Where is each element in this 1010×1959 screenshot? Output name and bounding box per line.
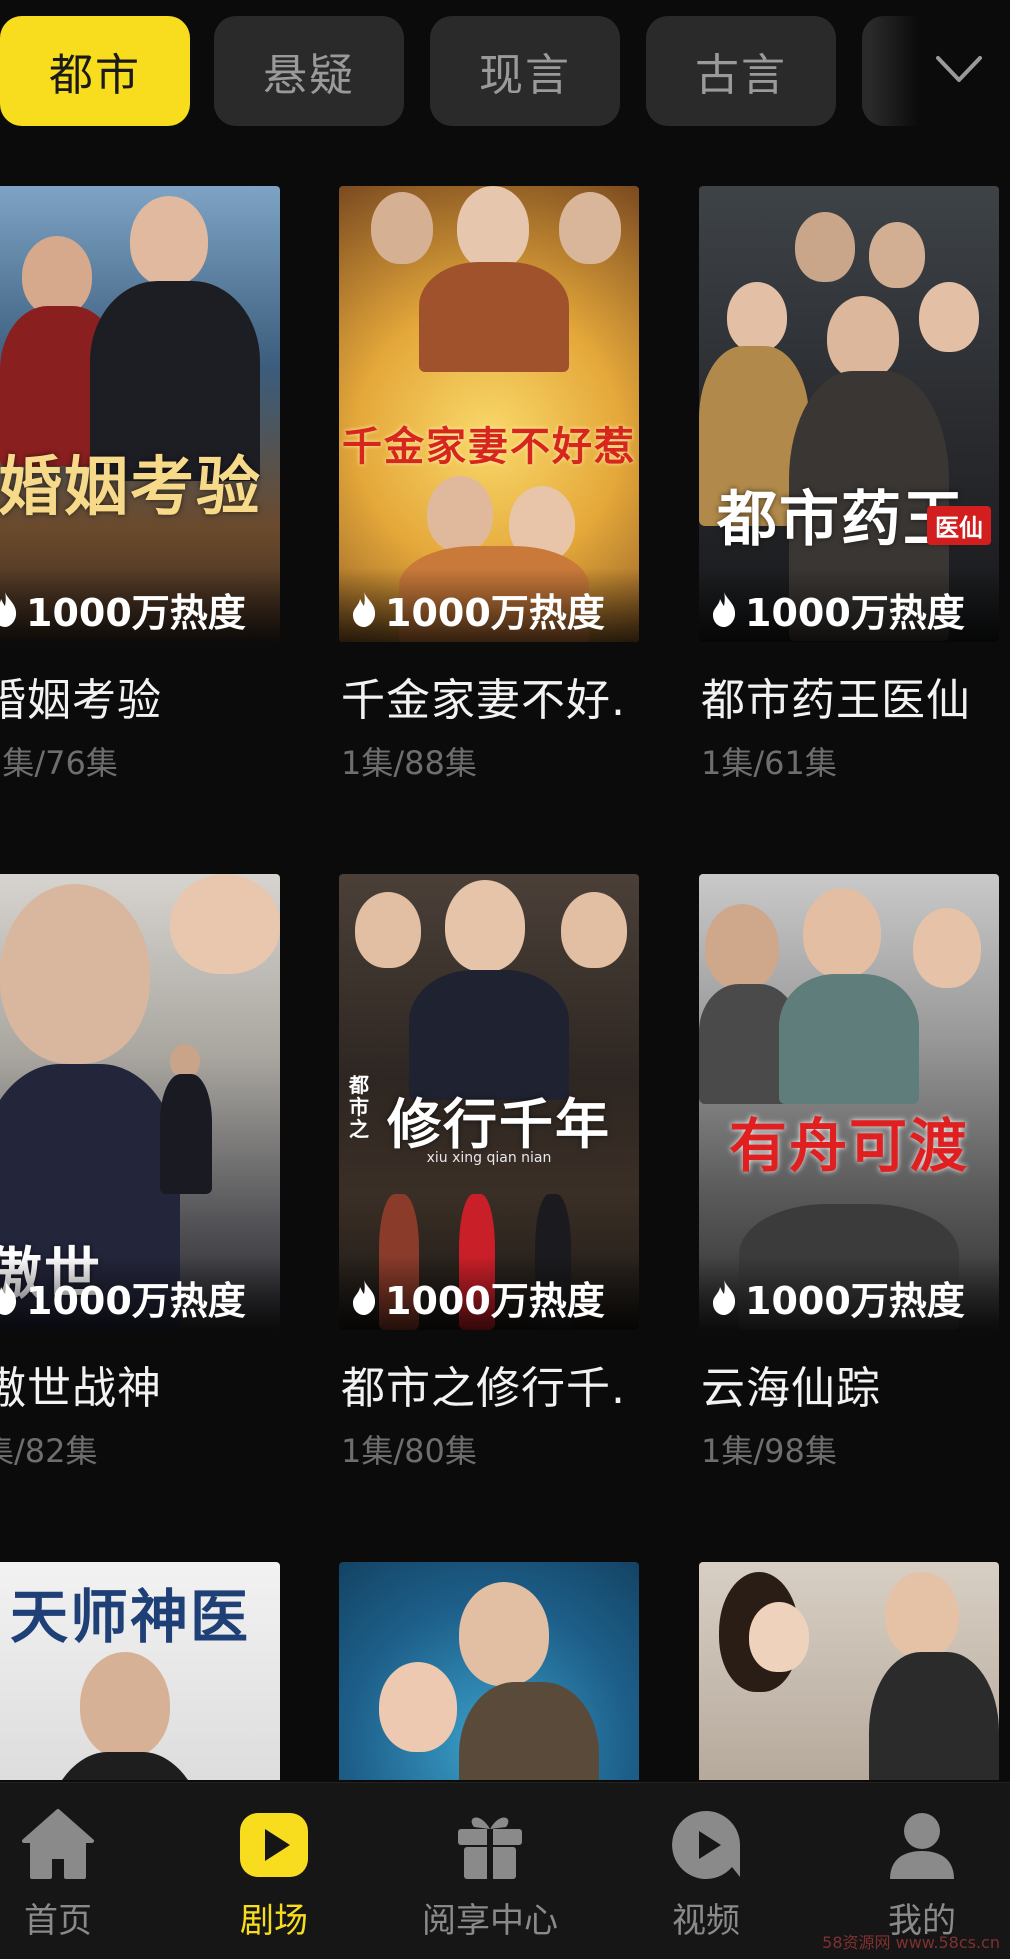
gift-icon bbox=[458, 1817, 522, 1879]
drama-title[interactable]: 都市之修行千. bbox=[341, 1352, 641, 1416]
drama-card[interactable] bbox=[699, 1562, 999, 1780]
drama-grid: 婚姻考验 1000万热度 婚姻考验 1集/76集 bbox=[0, 140, 1010, 1780]
flame-icon bbox=[353, 592, 376, 627]
drama-cover[interactable]: 有舟可渡 1000万热度 bbox=[699, 874, 999, 1330]
drama-title[interactable]: 婚姻考验 bbox=[0, 664, 282, 728]
drama-card[interactable]: 有舟可渡 1000万热度 云海仙踪 1集/98集 bbox=[699, 874, 999, 1494]
profile-icon bbox=[890, 1813, 954, 1879]
tab-guyan[interactable]: 古言 bbox=[646, 16, 836, 126]
nav-theater[interactable]: 剧场 bbox=[184, 1805, 364, 1945]
drama-title[interactable]: 傲世战神 bbox=[0, 1352, 282, 1416]
cover-title: 千金家妻不好惹 bbox=[342, 423, 636, 470]
drama-card[interactable] bbox=[339, 1562, 639, 1780]
drama-card[interactable]: 都市药王 医仙 1000万热度 都市药王医仙 1集/61集 bbox=[699, 186, 999, 806]
watermark: 58资源网 www.58cs.cn bbox=[822, 1933, 1000, 1952]
drama-cover[interactable] bbox=[699, 1562, 999, 1780]
drama-title[interactable]: 云海仙踪 bbox=[701, 1352, 1001, 1416]
episode-count: 1集/98集 bbox=[701, 1432, 837, 1470]
play-icon bbox=[240, 1813, 308, 1877]
episode-count: 1集/76集 bbox=[0, 744, 118, 782]
cover-subtitle: xiu xing qian nian bbox=[426, 1150, 552, 1166]
chevron-down-icon[interactable] bbox=[932, 46, 986, 90]
tab-dushi[interactable]: 都市 bbox=[0, 16, 190, 126]
drama-title[interactable]: 千金家妻不好. bbox=[341, 664, 641, 728]
flame-icon bbox=[713, 1280, 736, 1315]
nav-video[interactable]: 视频 bbox=[616, 1805, 796, 1945]
drama-cover[interactable]: 都市之 修行千年 xiu xing qian nian 1000万热度 bbox=[339, 874, 639, 1330]
drama-cover[interactable]: 婚姻考验 1000万热度 bbox=[0, 186, 280, 642]
drama-card[interactable]: 傲世 1000万热度 傲世战神 集/82集 bbox=[0, 874, 280, 1494]
heat-badge: 1000万热度 bbox=[339, 1256, 639, 1330]
drama-card[interactable]: 婚姻考验 1000万热度 婚姻考验 1集/76集 bbox=[0, 186, 280, 806]
cover-title: 天师神医 bbox=[9, 1583, 250, 1651]
episode-count: 1集/88集 bbox=[341, 744, 477, 782]
drama-cover[interactable]: 千金家妻不好惹 1000万热度 bbox=[339, 186, 639, 642]
cover-title: 修行千年 bbox=[387, 1092, 611, 1156]
heat-badge: 1000万热度 bbox=[699, 1256, 999, 1330]
episode-count: 1集/61集 bbox=[701, 744, 837, 782]
video-icon bbox=[672, 1811, 740, 1879]
category-tab-bar: 都市 悬疑 现言 古言 bbox=[0, 0, 1010, 140]
cover-badge: 医仙 bbox=[927, 506, 991, 545]
flame-icon bbox=[713, 592, 736, 627]
home-icon bbox=[22, 1809, 94, 1879]
nav-profile[interactable]: 我的 bbox=[832, 1805, 1010, 1945]
episode-count: 集/82集 bbox=[0, 1432, 98, 1470]
drama-cover[interactable]: 傲世 1000万热度 bbox=[0, 874, 280, 1330]
flame-icon bbox=[0, 1280, 17, 1315]
flame-icon bbox=[353, 1280, 376, 1315]
nav-reading-center[interactable]: 阅享中心 bbox=[400, 1805, 580, 1945]
drama-cover[interactable]: 天师神医 bbox=[0, 1562, 280, 1780]
nav-home[interactable]: 首页 bbox=[0, 1805, 148, 1945]
flame-icon bbox=[0, 592, 17, 627]
heat-badge: 1000万热度 bbox=[699, 568, 999, 642]
drama-title[interactable]: 都市药王医仙 bbox=[701, 664, 1001, 728]
heat-badge: 1000万热度 bbox=[339, 568, 639, 642]
episode-count: 1集/80集 bbox=[341, 1432, 477, 1470]
drama-cover[interactable] bbox=[339, 1562, 639, 1780]
heat-badge: 1000万热度 bbox=[0, 568, 280, 642]
drama-cover[interactable]: 都市药王 医仙 1000万热度 bbox=[699, 186, 999, 642]
drama-card[interactable]: 千金家妻不好惹 1000万热度 千金家妻不好. 1集/88集 bbox=[339, 186, 639, 806]
app-root: 都市 悬疑 现言 古言 婚姻考验 1000万热度 婚姻考验 集/76集 千金家妻… bbox=[0, 0, 1010, 1959]
drama-card[interactable]: 天师神医 bbox=[0, 1562, 280, 1780]
tab-xuanyi[interactable]: 悬疑 bbox=[214, 16, 404, 126]
heat-badge: 1000万热度 bbox=[0, 1256, 280, 1330]
tab-xianyan[interactable]: 现言 bbox=[430, 16, 620, 126]
drama-card[interactable]: 都市之 修行千年 xiu xing qian nian 1000万热度 都市之修… bbox=[339, 874, 639, 1494]
cover-title: 有舟可渡 bbox=[728, 1112, 969, 1180]
bottom-nav: 首页 剧场 阅享中心 视频 我的 58资源网 www.58cs.cn bbox=[0, 1782, 1010, 1959]
cover-title: 婚姻考验 bbox=[0, 450, 262, 525]
